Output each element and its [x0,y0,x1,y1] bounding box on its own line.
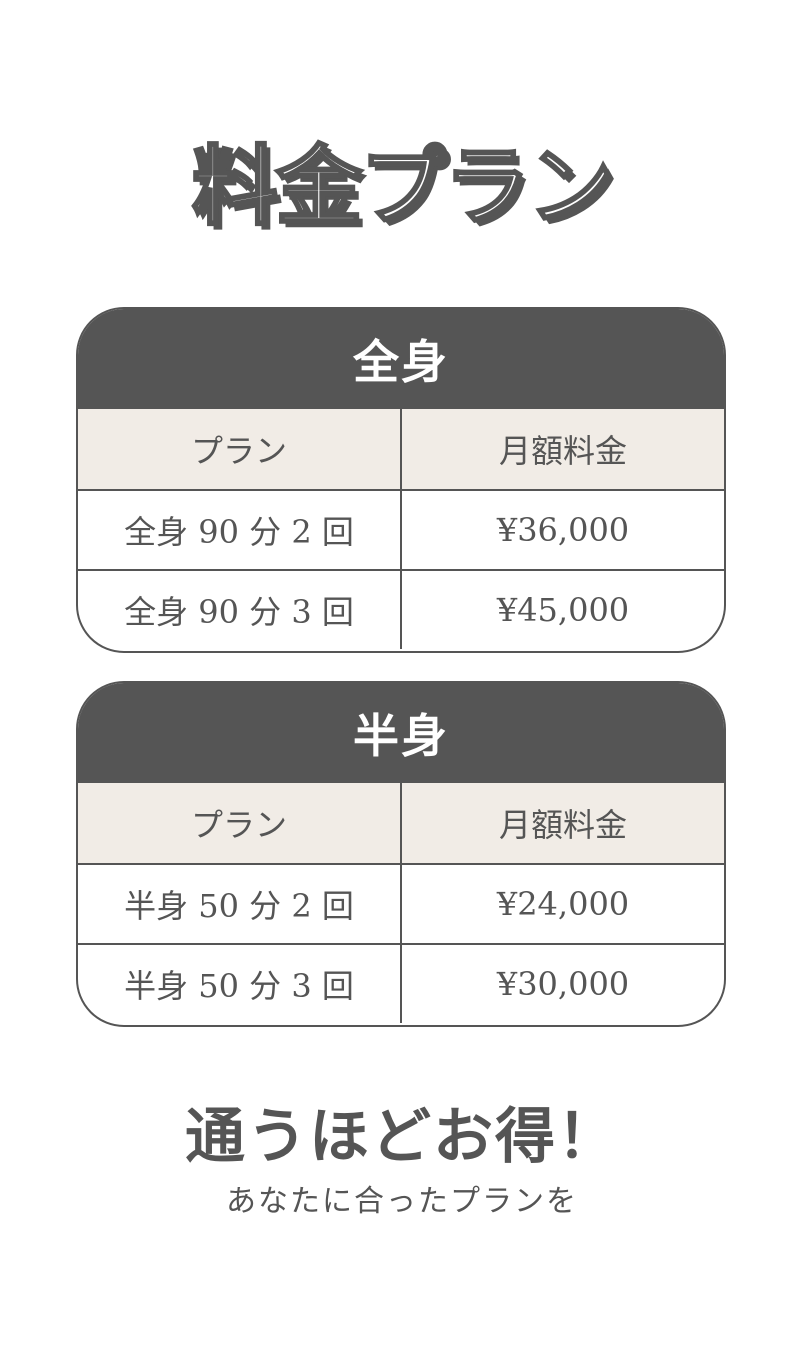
plan-name-cell: 半身 50 分 3 回 [78,945,402,1023]
plan-card-heading: 半身 [78,683,724,783]
plan-name-cell: 半身 50 分 2 回 [78,865,402,943]
column-header-price: 月額料金 [498,806,627,844]
plan-name-cell: 全身 90 分 3 回 [78,571,402,649]
full-body-plan-card: 全身 プラン 月額料金 全身 90 分 2 回 ¥36,000 全身 90 分 … [76,307,726,653]
half-body-plan-card: 半身 プラン 月額料金 半身 50 分 2 回 ¥24,000 半身 50 分 … [76,681,726,1027]
table-row: 全身 90 分 2 回 ¥36,000 [78,489,724,569]
tagline-sub: あなたに合ったプランを [226,1184,578,1219]
plan-name-cell: 全身 90 分 2 回 [78,491,402,569]
plan-card-heading: 全身 [78,309,724,409]
price-cell: ¥36,000 [496,511,630,549]
table-row: 半身 50 分 2 回 ¥24,000 [78,863,724,943]
price-cell: ¥30,000 [496,965,630,1003]
tagline-main: 通うほどお得！ [185,1102,619,1172]
column-header-plan: プラン [78,409,402,489]
table-header-row: プラン 月額料金 [78,409,724,489]
table-row: 全身 90 分 3 回 ¥45,000 [78,569,724,649]
column-header-price: 月額料金 [498,432,627,470]
column-header-plan: プラン [78,783,402,863]
table-row: 半身 50 分 3 回 ¥30,000 [78,943,724,1023]
table-header-row: プラン 月額料金 [78,783,724,863]
price-cell: ¥24,000 [496,885,630,923]
price-cell: ¥45,000 [496,591,630,629]
page-title: 料金プラン [191,135,616,239]
